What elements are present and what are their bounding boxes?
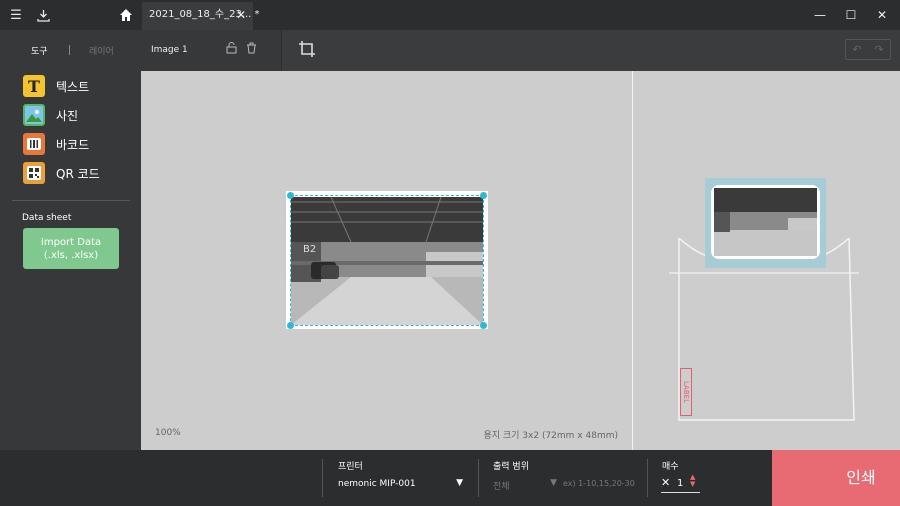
barcode-tool-icon: [23, 133, 45, 155]
tool-photo-label: 사진: [56, 108, 79, 123]
import-data-formats: (.xls, .xlsx): [43, 250, 99, 261]
trash-icon[interactable]: [246, 42, 260, 56]
label-tag: LABEL: [680, 368, 692, 416]
range-select[interactable]: 전체 ▼: [493, 476, 557, 492]
panel-divider: [12, 200, 130, 201]
tab-layers[interactable]: 레이어: [89, 44, 114, 57]
tool-qr[interactable]: QR 코드: [23, 162, 133, 184]
resize-handle-bl[interactable]: [287, 322, 294, 329]
bottom-separator: [647, 459, 648, 497]
tool-photo[interactable]: 사진: [23, 104, 133, 126]
edit-toolbar: Image 1 ↶ ↷: [141, 30, 900, 71]
crop-icon[interactable]: [297, 40, 317, 60]
print-button[interactable]: 인쇄: [772, 450, 900, 506]
chevron-down-icon: ▼: [456, 478, 463, 488]
tool-qr-label: QR 코드: [56, 166, 100, 181]
qr-tool-icon: [23, 162, 45, 184]
multiply-icon: ✕: [661, 476, 671, 489]
bottom-separator: [322, 459, 323, 497]
left-panel: 도구 레이어 T 텍스트 사진 바코드 QR 코드 Data sheet Imp…: [0, 30, 141, 450]
paper-size: 용지 크기 3x2 (72mm x 48mm): [483, 431, 618, 441]
image-tab-name: Image 1: [151, 45, 188, 55]
home-icon[interactable]: [118, 7, 134, 23]
window-close-button[interactable]: ✕: [872, 5, 892, 25]
download-icon[interactable]: [35, 7, 51, 23]
design-canvas[interactable]: B2 100% 용지 크기 3x2 (72mm x 48mm): [141, 71, 632, 450]
redo-button[interactable]: ↷: [868, 40, 890, 59]
text-tool-icon: T: [23, 75, 45, 97]
copies-stepper[interactable]: ▲ ▼: [690, 474, 695, 488]
data-sheet-title: Data sheet: [22, 213, 72, 223]
tab-tools[interactable]: 도구: [31, 44, 48, 57]
copies-underline: [661, 492, 700, 493]
chevron-down-icon: ▼: [550, 478, 557, 488]
maximize-button[interactable]: ☐: [841, 5, 861, 25]
import-data-label: Import Data: [40, 237, 102, 248]
close-icon[interactable]: ✕: [236, 2, 246, 28]
resize-handle-tl[interactable]: [287, 192, 294, 199]
printer-label: 프린터: [338, 462, 363, 472]
print-preview: LABEL: [633, 71, 900, 450]
print-bar: 프린터 nemonic MIP-001 ▼ 출력 범위 전체 ▼ ex) 1-1…: [0, 450, 900, 506]
hamburger-icon[interactable]: ☰: [8, 7, 24, 23]
tool-text[interactable]: T 텍스트: [23, 75, 133, 97]
printed-photo: [714, 188, 817, 256]
copies-label: 매수: [662, 462, 679, 472]
undo-redo-group: ↶ ↷: [845, 39, 891, 60]
minimize-button[interactable]: —: [810, 5, 830, 25]
tab-divider: [69, 45, 70, 55]
range-input[interactable]: ex) 1-10,15,20-30: [563, 479, 635, 488]
bottom-separator: [478, 459, 479, 497]
import-data-button[interactable]: Import Data (.xls, .xlsx): [23, 228, 119, 269]
selection-box[interactable]: [290, 195, 484, 326]
tool-barcode[interactable]: 바코드: [23, 133, 133, 155]
printer-value: nemonic MIP-001: [338, 479, 416, 489]
unlock-icon[interactable]: [226, 42, 240, 56]
range-label: 출력 범위: [493, 462, 529, 472]
range-value: 전체: [493, 482, 510, 492]
printed-label: [705, 178, 826, 268]
tool-barcode-label: 바코드: [56, 137, 90, 152]
photo-tool-icon: [23, 104, 45, 126]
printer-select[interactable]: nemonic MIP-001 ▼: [338, 476, 463, 492]
document-tab[interactable]: 2021_08_18_수_23... * ✕: [142, 2, 260, 30]
resize-handle-tr[interactable]: [480, 192, 487, 199]
copies-input[interactable]: 1: [677, 478, 683, 489]
panel-tabs: 도구 레이어: [0, 44, 141, 58]
resize-handle-br[interactable]: [480, 322, 487, 329]
tool-text-label: 텍스트: [56, 79, 90, 94]
undo-button[interactable]: ↶: [846, 40, 868, 59]
image-tab[interactable]: Image 1: [141, 30, 282, 71]
zoom-level: 100%: [155, 428, 181, 438]
title-bar: ☰ 2021_08_18_수_23... * ✕ — ☐ ✕: [0, 0, 900, 30]
